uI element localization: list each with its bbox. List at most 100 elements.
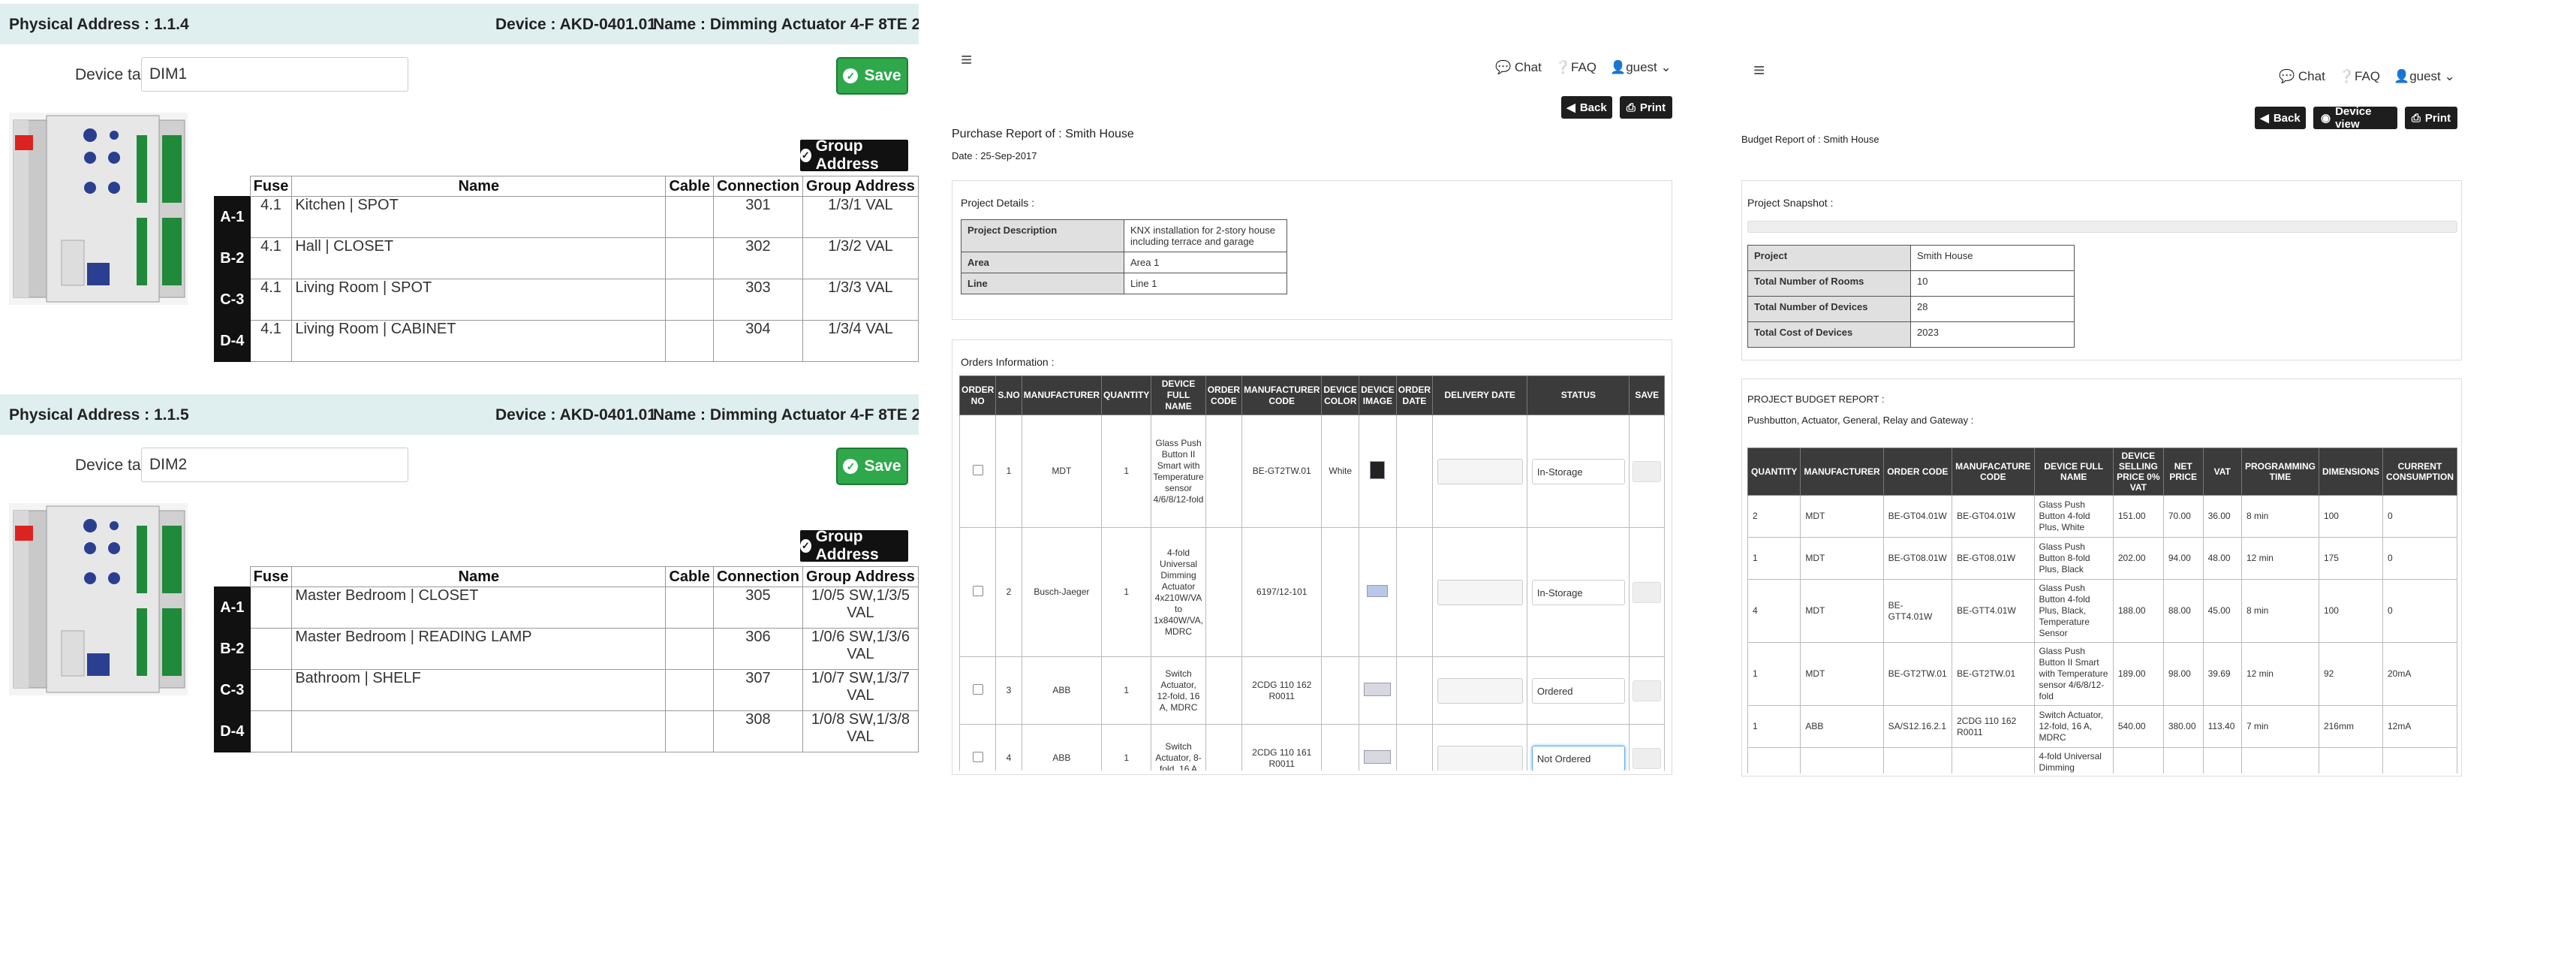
group-address-cell[interactable]: 1/0/5 SW,1/3/5 VAL: [802, 587, 919, 629]
connection-cell[interactable]: 303: [712, 279, 803, 321]
chat-link[interactable]: 💬 Chat: [2279, 69, 2325, 84]
print-button[interactable]: ⎙ Print: [1620, 96, 1672, 119]
table-row[interactable]: D-4 4.1 Living Room | CABINET 304 1/3/4 …: [214, 320, 919, 362]
connection-cell[interactable]: 302: [712, 237, 803, 279]
group-address-cell[interactable]: 1/3/1 VAL: [802, 196, 919, 238]
status-select[interactable]: In-Storage: [1531, 458, 1625, 484]
status-cell[interactable]: In-Storage: [1527, 527, 1630, 657]
save-button[interactable]: ✓ Save: [836, 57, 908, 95]
status-cell[interactable]: Not Ordered: [1527, 724, 1630, 770]
connection-cell[interactable]: 305: [712, 587, 803, 629]
device-view-button[interactable]: ◉ Device view: [2313, 105, 2397, 131]
save-cell[interactable]: [1629, 724, 1665, 770]
cable-cell[interactable]: [665, 279, 714, 321]
back-button[interactable]: ◀ Back: [2255, 107, 2306, 129]
connection-cell[interactable]: 306: [712, 628, 803, 670]
cable-cell[interactable]: [665, 628, 714, 670]
cable-cell[interactable]: [665, 237, 714, 279]
group-address-cell[interactable]: 1/3/4 VAL: [802, 320, 919, 362]
save-button[interactable]: ✓ Save: [836, 448, 908, 485]
orders-scroll[interactable]: ORDER NO S.NO MANUFACTURER QUANTITY DEVICE F…: [959, 375, 1665, 770]
fuse-cell[interactable]: [249, 587, 293, 629]
cable-cell[interactable]: [665, 196, 714, 238]
fuse-cell[interactable]: 4.1: [249, 196, 293, 238]
chat-link[interactable]: 💬 Chat: [1495, 60, 1542, 75]
name-cell[interactable]: Living Room | SPOT: [291, 279, 667, 321]
status-select[interactable]: Not Ordered: [1531, 745, 1625, 770]
group-address-cell[interactable]: 1/3/3 VAL: [802, 279, 919, 321]
status-select[interactable]: Ordered: [1531, 677, 1625, 704]
print-button[interactable]: ⎙ Print: [2405, 107, 2457, 129]
table-row[interactable]: B-2 Master Bedroom | READING LAMP 306 1/…: [214, 628, 919, 670]
fuse-cell[interactable]: [249, 628, 293, 670]
table-row[interactable]: A-1 4.1 Kitchen | SPOT 301 1/3/1 VAL: [214, 196, 919, 238]
device-tag-input[interactable]: [141, 57, 408, 92]
name-cell[interactable]: Kitchen | SPOT: [291, 196, 667, 238]
connection-cell[interactable]: 301: [712, 196, 803, 238]
fuse-cell[interactable]: [249, 710, 293, 752]
name-cell[interactable]: Master Bedroom | CLOSET: [291, 587, 667, 629]
faq-link[interactable]: ❔FAQ: [2339, 69, 2380, 84]
cable-cell[interactable]: [665, 320, 714, 362]
order-checkbox[interactable]: [972, 683, 983, 695]
group-address-button[interactable]: ✓ Group Address: [800, 137, 908, 173]
save-cell[interactable]: [1629, 527, 1665, 657]
hamburger-menu-icon[interactable]: ≡: [1753, 59, 1765, 82]
name-cell[interactable]: [291, 710, 667, 752]
cable-cell[interactable]: [665, 587, 714, 629]
order-checkbox[interactable]: [972, 464, 983, 475]
fuse-cell[interactable]: [249, 669, 293, 711]
table-row[interactable]: 1 MDT 1 Glass Push Button II Smart with …: [959, 415, 1665, 528]
table-row[interactable]: C-3 4.1 Living Room | SPOT 303 1/3/3 VAL: [214, 279, 919, 321]
hamburger-menu-icon[interactable]: ≡: [961, 48, 972, 71]
group-address-cell[interactable]: 1/0/7 SW,1/3/7 VAL: [802, 669, 919, 711]
order-checkbox-cell[interactable]: [959, 656, 997, 725]
faq-link[interactable]: ❔FAQ: [1555, 60, 1596, 75]
table-row[interactable]: D-4 308 1/0/8 SW,1/3/8 VAL: [214, 710, 919, 752]
table-row[interactable]: 2 Busch-Jaeger 1 4-fold Universal Dimmin…: [959, 527, 1665, 657]
name-cell[interactable]: Bathroom | SHELF: [291, 669, 667, 711]
name-cell[interactable]: Hall | CLOSET: [291, 237, 667, 279]
name-cell[interactable]: Living Room | CABINET: [291, 320, 667, 362]
status-select[interactable]: In-Storage: [1531, 579, 1625, 605]
user-menu[interactable]: 👤guest ⌄: [2394, 69, 2455, 84]
connection-cell[interactable]: 307: [712, 669, 803, 711]
status-cell[interactable]: In-Storage: [1527, 415, 1630, 528]
group-address-cell[interactable]: 1/3/2 VAL: [802, 237, 919, 279]
fuse-cell[interactable]: 4.1: [249, 237, 293, 279]
connection-cell[interactable]: 304: [712, 320, 803, 362]
delivery-date-cell[interactable]: [1432, 656, 1528, 725]
table-row[interactable]: A-1 Master Bedroom | CLOSET 305 1/0/5 SW…: [214, 587, 919, 629]
order-checkbox[interactable]: [972, 585, 983, 596]
table-row[interactable]: 3 ABB 1 Switch Actuator, 12-fold, 16 A, …: [959, 656, 1665, 725]
fuse-cell[interactable]: 4.1: [249, 320, 293, 362]
delivery-date-cell[interactable]: [1432, 724, 1528, 770]
back-button[interactable]: ◀ Back: [1561, 96, 1612, 119]
connection-cell[interactable]: 308: [712, 710, 803, 752]
fuse-cell[interactable]: 4.1: [249, 279, 293, 321]
table-row[interactable]: 4 ABB 1 Switch Actuator, 8-fold, 16 A 2C…: [959, 724, 1665, 770]
row-save-button[interactable]: [1633, 460, 1662, 482]
order-checkbox[interactable]: [972, 751, 983, 762]
delivery-date-input[interactable]: [1437, 677, 1523, 704]
name-cell[interactable]: Master Bedroom | READING LAMP: [291, 628, 667, 670]
group-address-button[interactable]: ✓ Group Address: [800, 528, 908, 563]
status-cell[interactable]: Ordered: [1527, 656, 1630, 725]
device-tag-input[interactable]: [141, 448, 408, 482]
order-checkbox-cell[interactable]: [959, 527, 997, 657]
order-checkbox-cell[interactable]: [959, 415, 997, 528]
cable-cell[interactable]: [665, 710, 714, 752]
row-save-button[interactable]: [1633, 581, 1662, 603]
row-save-button[interactable]: [1633, 680, 1662, 701]
delivery-date-cell[interactable]: [1432, 527, 1528, 657]
group-address-cell[interactable]: 1/0/6 SW,1/3/6 VAL: [802, 628, 919, 670]
delivery-date-input[interactable]: [1437, 745, 1523, 770]
user-menu[interactable]: 👤guest ⌄: [1610, 60, 1672, 75]
table-row[interactable]: C-3 Bathroom | SHELF 307 1/0/7 SW,1/3/7 …: [214, 669, 919, 711]
save-cell[interactable]: [1629, 415, 1665, 528]
order-checkbox-cell[interactable]: [959, 724, 997, 770]
save-cell[interactable]: [1629, 656, 1665, 725]
row-save-button[interactable]: [1633, 747, 1662, 769]
cable-cell[interactable]: [665, 669, 714, 711]
budget-scroll[interactable]: QUANTITY MANUFACTURER ORDER CODE MANUFACATU…: [1747, 448, 2457, 773]
